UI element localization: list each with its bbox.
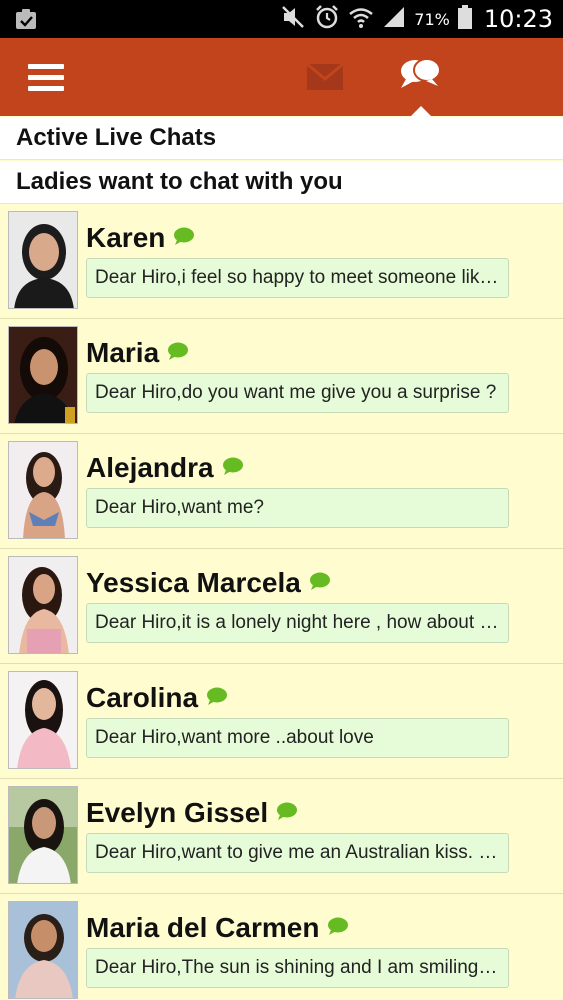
active-live-chats-header: Active Live Chats — [0, 117, 563, 160]
message-text: Dear Hiro,want to give me an Australian … — [95, 842, 500, 863]
chat-bubbles-icon[interactable] — [396, 54, 448, 100]
avatar — [8, 786, 78, 884]
clock: 10:23 — [483, 5, 553, 33]
status-bar: 71% 10:23 — [0, 0, 563, 38]
contact-name: Evelyn Gissel — [86, 797, 269, 828]
chat-row[interactable]: Carolina Dear Hiro,want more ..about lov… — [0, 664, 563, 779]
alarm-icon — [314, 4, 340, 35]
online-chat-icon — [167, 342, 189, 365]
message-preview: Dear Hiro,it is a lonely night here , ho… — [86, 603, 509, 643]
avatar — [8, 441, 78, 539]
message-preview: Dear Hiro,want more ..about love — [86, 718, 509, 758]
app-bar — [0, 38, 563, 117]
message-text: Dear Hiro,do you want me give you a surp… — [95, 382, 497, 403]
online-chat-icon — [276, 802, 298, 825]
avatar — [8, 901, 78, 999]
message-preview: Dear Hiro,i feel so happy to meet someon… — [86, 258, 509, 298]
contact-name: Carolina — [86, 682, 199, 713]
chat-row[interactable]: Maria Dear Hiro,do you want me give you … — [0, 319, 563, 434]
clipboard-check-icon — [14, 8, 38, 35]
active-tab-indicator — [410, 106, 432, 117]
avatar — [8, 556, 78, 654]
chat-list: Karen Dear Hiro,i feel so happy to meet … — [0, 204, 563, 1000]
contact-name: Alejandra — [86, 452, 214, 483]
battery-percent: 71% — [414, 9, 450, 29]
online-chat-icon — [206, 687, 228, 710]
contact-name: Yessica Marcela — [86, 567, 301, 598]
message-text: Dear Hiro,i feel so happy to meet someon… — [95, 267, 500, 288]
avatar — [8, 671, 78, 769]
chat-row[interactable]: Maria del Carmen Dear Hiro,The sun is sh… — [0, 894, 563, 1000]
avatar — [8, 211, 78, 309]
contact-name: Maria — [86, 337, 160, 368]
online-chat-icon — [222, 457, 244, 480]
signal-icon — [382, 5, 406, 34]
message-preview: Dear Hiro,do you want me give you a surp… — [86, 373, 509, 413]
message-text: Dear Hiro,want more ..about love — [95, 727, 374, 748]
contact-name: Karen — [86, 222, 166, 253]
online-chat-icon — [309, 572, 331, 595]
hamburger-menu-icon[interactable] — [22, 60, 72, 96]
chat-row[interactable]: Alejandra Dear Hiro,want me? — [0, 434, 563, 549]
message-text: Dear Hiro,The sun is shining and I am sm… — [95, 957, 500, 978]
message-preview: Dear Hiro,want me? — [86, 488, 509, 528]
online-chat-icon — [173, 227, 195, 250]
chat-row[interactable]: Evelyn Gissel Dear Hiro,want to give me … — [0, 779, 563, 894]
avatar — [8, 326, 78, 424]
message-preview: Dear Hiro,want to give me an Australian … — [86, 833, 509, 873]
message-preview: Dear Hiro,The sun is shining and I am sm… — [86, 948, 509, 988]
message-text: Dear Hiro,want me? — [95, 497, 264, 518]
chat-row[interactable]: Karen Dear Hiro,i feel so happy to meet … — [0, 204, 563, 319]
online-chat-icon — [327, 917, 349, 940]
contact-name: Maria del Carmen — [86, 912, 320, 943]
message-text: Dear Hiro,it is a lonely night here , ho… — [95, 612, 500, 633]
wifi-icon — [348, 5, 374, 34]
chat-row[interactable]: Yessica Marcela Dear Hiro,it is a lonely… — [0, 549, 563, 664]
battery-icon — [457, 4, 472, 34]
ladies-header: Ladies want to chat with you — [0, 161, 563, 204]
mail-icon[interactable] — [306, 58, 350, 96]
mute-icon — [280, 5, 306, 34]
